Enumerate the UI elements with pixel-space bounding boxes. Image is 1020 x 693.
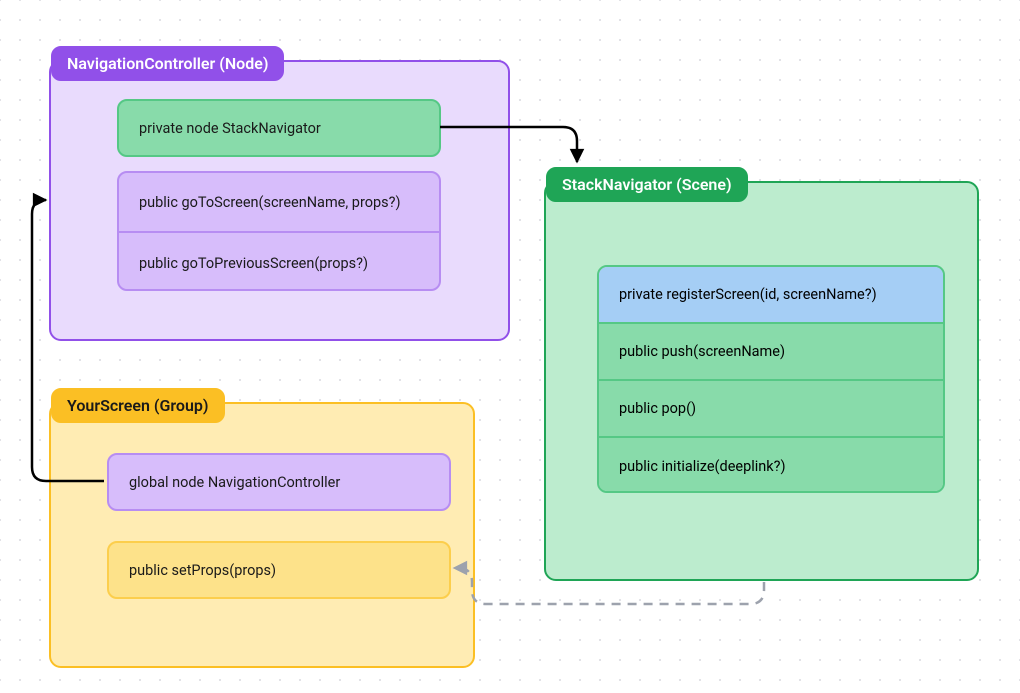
nav-method-gotoscreen: public goToScreen(screenName, props?): [119, 173, 439, 233]
stack-navigator-node: StackNavigator (Scene) private registerS…: [544, 181, 979, 581]
nav-member-stack-navigator: private node StackNavigator: [117, 99, 441, 157]
navigation-controller-title: NavigationController (Node): [51, 46, 284, 81]
stack-method-pop: public pop(): [599, 381, 943, 438]
stack-method-register: private registerScreen(id, screenName?): [599, 267, 943, 324]
stack-member-methods: private registerScreen(id, screenName?) …: [597, 265, 945, 493]
your-screen-node: YourScreen (Group) global node Navigatio…: [49, 402, 475, 668]
your-member-navigation-controller: global node NavigationController: [107, 453, 451, 511]
your-screen-title: YourScreen (Group): [51, 388, 225, 423]
stack-method-push: public push(screenName): [599, 324, 943, 381]
nav-member-methods: public goToScreen(screenName, props?) pu…: [117, 171, 441, 291]
navigation-controller-node: NavigationController (Node) private node…: [49, 60, 510, 341]
your-member-setprops: public setProps(props): [107, 541, 451, 599]
stack-navigator-title: StackNavigator (Scene): [546, 167, 748, 202]
stack-method-init: public initialize(deeplink?): [599, 438, 943, 493]
nav-method-gotoprev: public goToPreviousScreen(props?): [119, 233, 439, 291]
